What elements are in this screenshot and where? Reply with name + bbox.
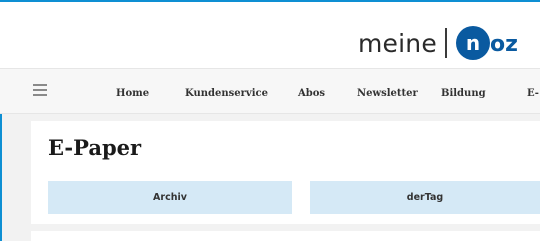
svg-text:n: n	[466, 31, 480, 55]
tab-archiv[interactable]: Archiv	[48, 181, 292, 214]
epaper-panel: E-Paper Archiv derTag	[31, 121, 540, 224]
nav-item-kundenservice[interactable]: Kundenservice	[185, 88, 268, 99]
next-panel-edge	[31, 231, 540, 241]
site-header: meine n oz	[0, 0, 540, 68]
nav-item-abos[interactable]: Abos	[298, 88, 325, 99]
top-accent-border	[0, 0, 540, 2]
main-navigation: Home Kundenservice Abos Newsletter Bildu…	[0, 68, 540, 114]
logo-divider	[444, 28, 447, 58]
nav-item-e-paper[interactable]: E-	[527, 88, 539, 99]
logo-text: meine	[358, 28, 437, 58]
hamburger-menu-icon[interactable]	[33, 84, 47, 96]
site-logo[interactable]: meine n oz	[358, 24, 529, 62]
noz-logo-icon: n oz	[455, 25, 529, 61]
tab-dertag[interactable]: derTag	[310, 181, 540, 214]
nav-item-bildung[interactable]: Bildung	[441, 88, 486, 99]
svg-text:oz: oz	[490, 32, 518, 57]
nav-item-newsletter[interactable]: Newsletter	[357, 88, 418, 99]
page-title: E-Paper	[48, 135, 142, 160]
nav-item-home[interactable]: Home	[116, 88, 149, 99]
